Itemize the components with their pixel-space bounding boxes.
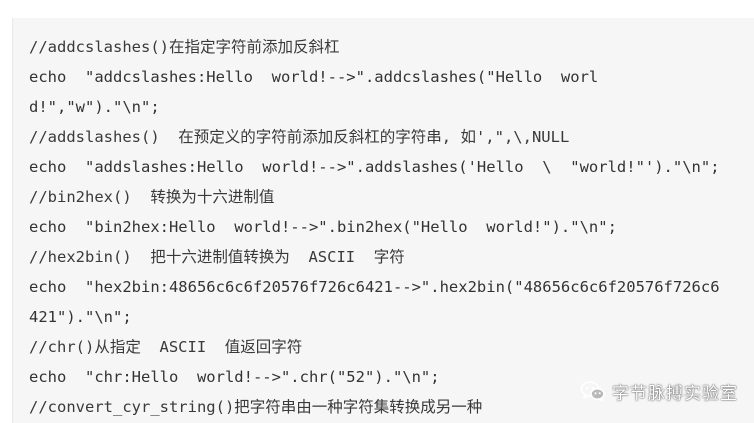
watermark: 字节脉搏实验室 [574,374,748,408]
code-line: //addcslashes()在指定字符前添加反斜杠 [29,38,340,56]
code-line: echo "addslashes:Hello world!-->".addsla… [29,158,720,176]
code-line: //bin2hex() 转换为十六进制值 [29,188,275,206]
code-line: 421")."\n"; [29,308,132,326]
code-line: //chr()从指定 ASCII 值返回字符 [29,338,303,356]
code-lines: //addcslashes()在指定字符前添加反斜杠 echo "addcsla… [29,32,745,422]
code-line: d!","w")."\n"; [29,98,160,116]
watermark-label: 字节脉搏实验室 [612,383,738,404]
code-line: echo "hex2bin:48656c6c6f20576f726c6421--… [29,278,720,296]
code-line: echo "bin2hex:Hello world!-->".bin2hex("… [29,218,617,236]
wechat-icon [580,381,605,402]
code-line: //hex2bin() 把十六进制值转换为 ASCII 字符 [29,248,405,266]
code-line: echo "addcslashes:Hello world!-->".addcs… [29,68,599,86]
code-block: //addcslashes()在指定字符前添加反斜杠 echo "addcsla… [12,18,754,423]
code-line: //addslashes() 在预定义的字符前添加反斜杠的字符串, 如',",\… [29,128,570,146]
